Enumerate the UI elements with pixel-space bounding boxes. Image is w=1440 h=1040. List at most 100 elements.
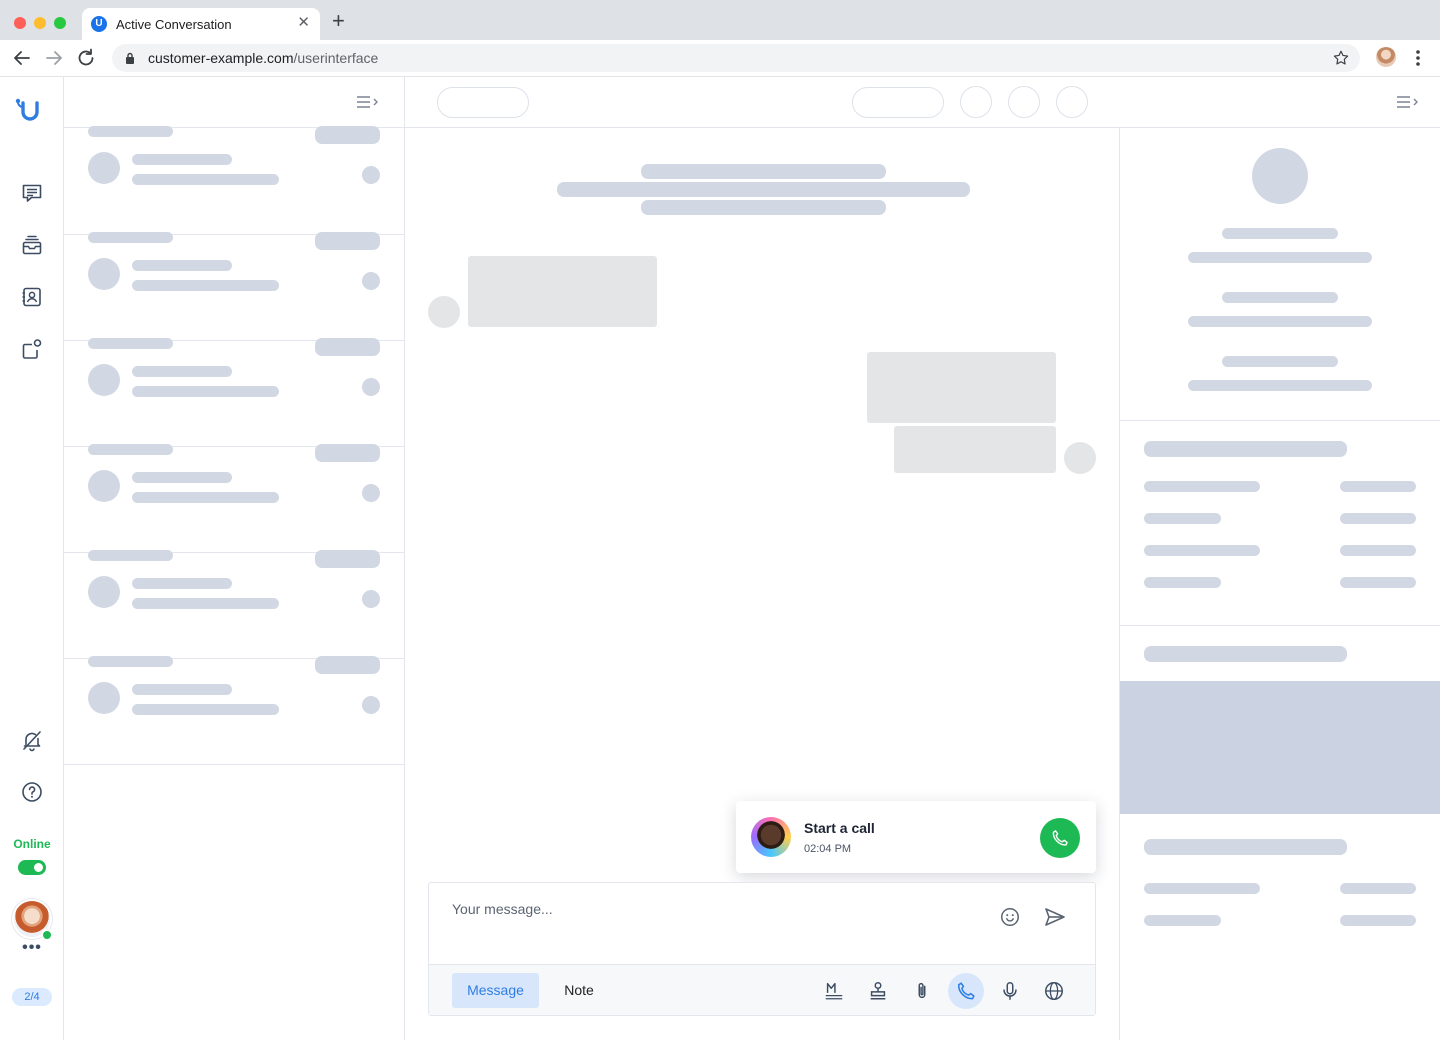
bookmark-star-icon[interactable]	[1332, 49, 1350, 67]
message-preview-placeholder	[132, 492, 279, 503]
accept-call-button[interactable]	[1040, 818, 1080, 858]
outgoing-message-bubble	[894, 426, 1056, 473]
detail-label-placeholder	[1144, 577, 1221, 588]
outgoing-message-bubble	[867, 352, 1056, 423]
conversation-list-item[interactable]	[64, 126, 404, 235]
call-time: 02:04 PM	[804, 843, 852, 855]
send-icon[interactable]	[1043, 905, 1067, 929]
detail-label-placeholder	[1144, 915, 1221, 926]
attachment-icon[interactable]	[908, 977, 936, 1005]
unread-badge-placeholder	[362, 272, 380, 290]
conversation-list-item[interactable]	[64, 444, 404, 553]
message-mode-tab[interactable]: Message	[452, 973, 539, 1008]
unread-badge-placeholder	[362, 484, 380, 502]
reload-icon[interactable]	[74, 46, 98, 70]
globe-icon[interactable]	[1040, 977, 1068, 1005]
markdown-icon[interactable]	[820, 977, 848, 1005]
message-input[interactable]	[452, 901, 972, 917]
new-tab-icon[interactable]: +	[332, 10, 345, 32]
incoming-message-bubble	[468, 256, 657, 327]
profile-divider	[1120, 420, 1440, 421]
integrations-icon[interactable]	[20, 337, 44, 361]
inbox-stack-icon[interactable]	[20, 233, 44, 257]
globe-glyph	[1045, 982, 1063, 1000]
profile-avatar-placeholder	[1252, 148, 1308, 204]
contact-profile-panel	[1119, 128, 1440, 1040]
profile-panel-toggle-icon[interactable]	[1396, 95, 1420, 109]
detail-value-placeholder	[1340, 577, 1416, 588]
message-preview-placeholder	[132, 386, 279, 397]
emoji-icon[interactable]	[999, 906, 1021, 928]
contact-name-placeholder	[88, 656, 173, 667]
channel-tag-placeholder	[315, 232, 380, 250]
channel-tag-placeholder	[315, 444, 380, 462]
detail-label-placeholder	[1144, 481, 1260, 492]
agent-status-label: Online	[13, 837, 51, 851]
agent-avatar-placeholder	[1064, 442, 1096, 474]
chat-area: Start a call 02:04 PM Message Note	[405, 77, 1120, 1040]
conversation-list-item[interactable]	[64, 338, 404, 447]
lock-icon	[126, 52, 134, 64]
tab-close-icon[interactable]: ✕	[297, 15, 310, 31]
unread-badge-placeholder	[362, 590, 380, 608]
contact-avatar-placeholder	[88, 682, 120, 714]
call-title: Start a call	[804, 820, 875, 836]
url-omnibox[interactable]: customer-example.com/userinterface	[112, 44, 1360, 72]
section-title-placeholder	[1144, 839, 1347, 855]
contact-avatar-placeholder	[88, 364, 120, 396]
detail-value-placeholder	[1340, 481, 1416, 492]
brand-u-logo[interactable]	[14, 95, 46, 127]
profile-field-placeholder	[1188, 380, 1372, 391]
section-title-placeholder	[1144, 441, 1347, 457]
contact-avatar-placeholder	[88, 152, 120, 184]
contacts-icon[interactable]	[20, 285, 44, 309]
contact-avatar-placeholder	[428, 296, 460, 328]
detail-value-placeholder	[1340, 915, 1416, 926]
conversations-icon[interactable]	[20, 181, 44, 205]
message-preview-placeholder	[132, 280, 279, 291]
contact-name-placeholder	[88, 444, 173, 455]
navigation-rail: Online ••• 2/4	[0, 77, 64, 1040]
conversation-list-item[interactable]	[64, 656, 404, 765]
chat-info-placeholder	[557, 182, 970, 197]
chat-info-placeholder	[641, 200, 886, 215]
call-notification[interactable]: Start a call 02:04 PM	[736, 801, 1096, 873]
app-root: Online ••• 2/4 Start a call 02:04 PM You…	[0, 77, 1440, 1040]
conversation-list-item[interactable]	[64, 232, 404, 341]
contact-avatar-placeholder	[88, 258, 120, 290]
browser-tab-active[interactable]: U Active Conversation ✕	[82, 8, 320, 40]
window-maximize-control[interactable]	[54, 17, 66, 29]
message-preview-placeholder	[132, 684, 232, 695]
help-icon[interactable]	[20, 780, 44, 804]
more-options-icon[interactable]: •••	[0, 939, 64, 957]
microphone-icon[interactable]	[996, 977, 1024, 1005]
section-title-placeholder	[1144, 646, 1347, 662]
back-arrow-icon[interactable]	[10, 46, 34, 70]
tab-title: Active Conversation	[116, 17, 232, 32]
url-path: /userinterface	[293, 50, 379, 66]
url-text: customer-example.com/userinterface	[148, 50, 378, 66]
window-minimize-control[interactable]	[34, 17, 46, 29]
markdown-glyph	[825, 982, 843, 1000]
browser-tab-bar: U Active Conversation ✕ +	[0, 0, 1440, 40]
message-preview-placeholder	[132, 472, 232, 483]
tab-favicon-icon: U	[91, 16, 107, 32]
note-mode-tab[interactable]: Note	[551, 973, 607, 1008]
stamp-icon[interactable]	[864, 977, 892, 1005]
forward-arrow-icon[interactable]	[42, 46, 66, 70]
channel-tag-placeholder	[315, 126, 380, 144]
phone-icon[interactable]	[948, 973, 984, 1009]
message-preview-placeholder	[132, 704, 279, 715]
message-preview-placeholder	[132, 366, 232, 377]
contact-name-placeholder	[88, 232, 173, 243]
list-collapse-icon[interactable]	[356, 95, 380, 109]
conversation-list-item[interactable]	[64, 550, 404, 659]
profile-field-placeholder	[1188, 252, 1372, 263]
browser-menu-icon[interactable]	[1410, 48, 1426, 68]
window-close-control[interactable]	[14, 17, 26, 29]
notifications-muted-icon[interactable]	[20, 728, 44, 752]
online-status-toggle[interactable]	[18, 860, 46, 875]
contact-avatar-placeholder	[88, 576, 120, 608]
conversation-counter-badge: 2/4	[12, 988, 52, 1006]
browser-profile-avatar[interactable]	[1376, 47, 1396, 67]
